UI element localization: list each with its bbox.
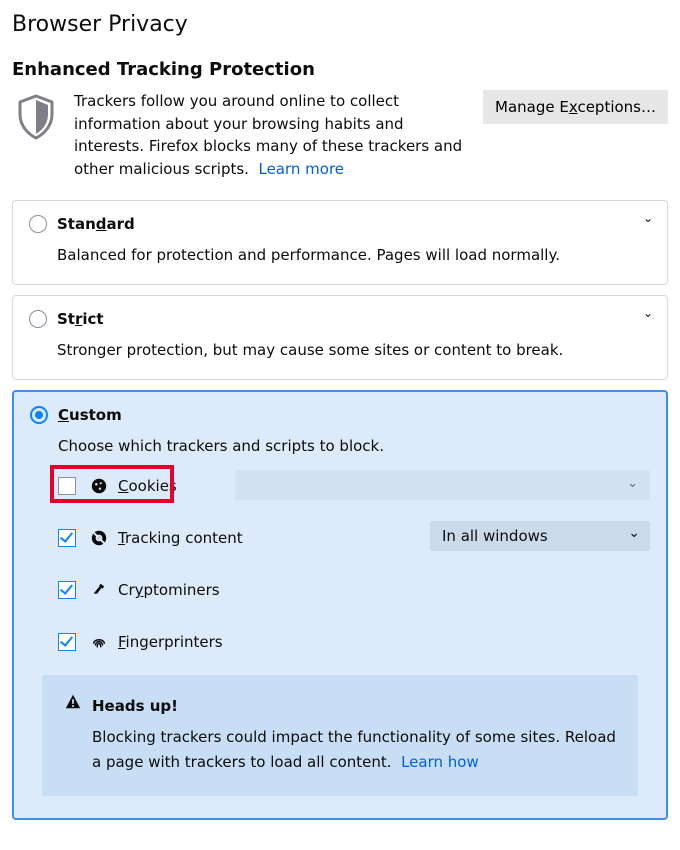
tracker-row-tracking: Tracking content In all windows bbox=[58, 529, 650, 547]
label-cryptominers: Cryptominers bbox=[118, 581, 220, 599]
tracking-dropdown[interactable]: In all windows bbox=[430, 521, 650, 551]
label-cookies: Cookies bbox=[118, 477, 177, 495]
learn-more-link[interactable]: Learn more bbox=[258, 160, 344, 178]
label-fingerprinters: Fingerprinters bbox=[118, 633, 223, 651]
chevron-down-icon[interactable]: ⌄ bbox=[643, 306, 653, 320]
option-standard-title: Standard bbox=[57, 215, 135, 233]
fingerprint-icon bbox=[90, 633, 108, 651]
radio-standard[interactable] bbox=[29, 215, 47, 233]
tracker-row-cookies: Cookies bbox=[58, 477, 650, 495]
checkbox-fingerprinters[interactable] bbox=[58, 633, 76, 651]
manage-exceptions-button[interactable]: Manage Exceptions… bbox=[483, 90, 668, 124]
option-strict-desc: Stronger protection, but may cause some … bbox=[57, 340, 651, 361]
radio-strict[interactable] bbox=[29, 310, 47, 328]
label-tracking: Tracking content bbox=[118, 529, 243, 547]
radio-custom[interactable] bbox=[30, 406, 48, 424]
checkbox-cryptominers[interactable] bbox=[58, 581, 76, 599]
warning-icon bbox=[64, 693, 82, 719]
option-standard-desc: Balanced for protection and performance.… bbox=[57, 245, 651, 266]
notice-title: Heads up! bbox=[92, 694, 178, 719]
tracker-row-cryptominers: Cryptominers bbox=[58, 581, 650, 599]
notice-body-text: Blocking trackers could impact the funct… bbox=[92, 728, 616, 771]
option-standard[interactable]: Standard ⌄ Balanced for protection and p… bbox=[12, 200, 668, 285]
option-strict[interactable]: Strict ⌄ Stronger protection, but may ca… bbox=[12, 295, 668, 380]
tracker-row-fingerprinters: Fingerprinters bbox=[58, 633, 650, 651]
cookie-icon bbox=[90, 477, 108, 495]
shield-icon bbox=[12, 90, 60, 146]
learn-how-link[interactable]: Learn how bbox=[401, 753, 479, 771]
checkbox-tracking[interactable] bbox=[58, 529, 76, 547]
option-custom[interactable]: Custom Choose which trackers and scripts… bbox=[12, 390, 668, 820]
tracking-icon bbox=[90, 529, 108, 547]
intro-text: Trackers follow you around online to col… bbox=[74, 90, 469, 180]
cryptominer-icon bbox=[90, 581, 108, 599]
option-strict-title: Strict bbox=[57, 310, 104, 328]
page-title: Browser Privacy bbox=[12, 12, 668, 37]
option-custom-title: Custom bbox=[58, 406, 122, 424]
checkbox-cookies[interactable] bbox=[58, 477, 76, 495]
section-heading: Enhanced Tracking Protection bbox=[12, 59, 668, 80]
option-custom-desc: Choose which trackers and scripts to blo… bbox=[58, 436, 650, 457]
notice-box: Heads up! Blocking trackers could impact… bbox=[42, 675, 638, 796]
chevron-down-icon[interactable]: ⌄ bbox=[643, 211, 653, 225]
